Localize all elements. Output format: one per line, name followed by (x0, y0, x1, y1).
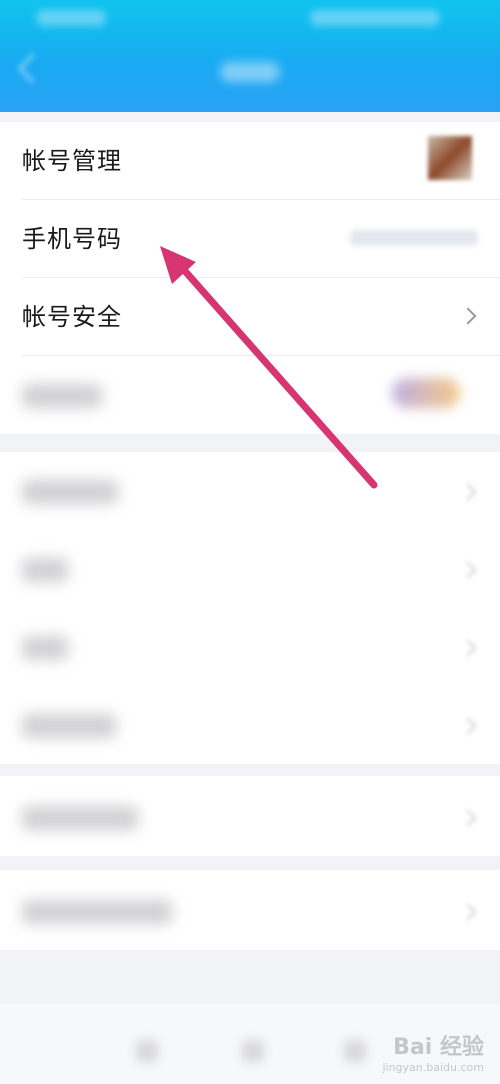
watermark-logo: Bai 经验 (393, 1035, 484, 1060)
watermark-url: jingyan.baidu.com (382, 1061, 484, 1074)
watermark: Bai 经验 jingyan.baidu.com (382, 1029, 484, 1074)
annotation-arrow (160, 246, 378, 489)
